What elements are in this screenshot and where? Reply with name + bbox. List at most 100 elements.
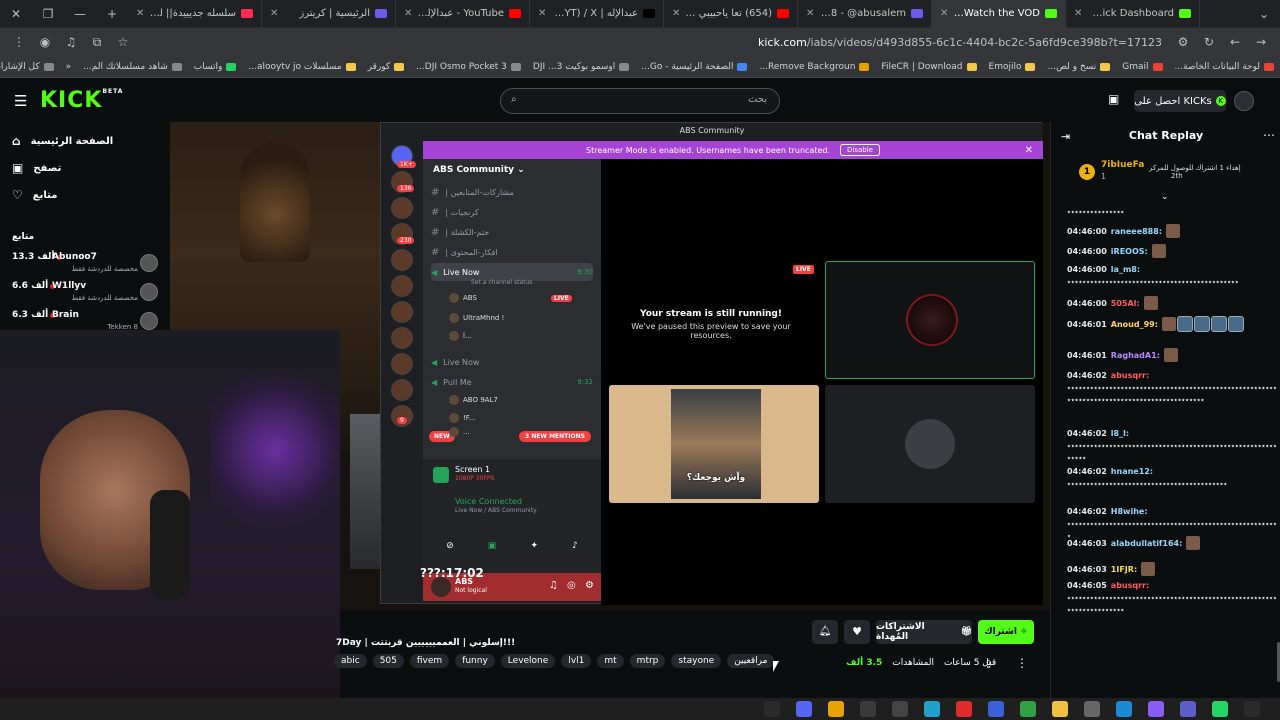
chat-username[interactable]: Anoud_99: [1111,320,1158,329]
video-tag[interactable]: Levelone [500,654,556,668]
mic-icon[interactable]: ♫ [549,580,558,591]
chat-username[interactable]: l8_l: [1111,429,1129,438]
text-channel[interactable]: كرنجيات | # [431,203,593,221]
server-icon[interactable] [391,379,413,401]
close-tab-icon[interactable]: ✕ [136,8,144,19]
video-tag[interactable]: mt [597,654,624,668]
server-icon[interactable] [391,275,413,297]
new-mentions-pill[interactable]: 3 NEW MENTIONS [519,431,591,442]
kick-logo[interactable]: KICKBETA [40,88,123,113]
voice-user[interactable]: UltraMhnd ! [449,313,504,323]
bookmark-item[interactable]: اوسمو بوكيت 3... DJI [533,62,630,72]
text-channel[interactable]: مشاركات-المتابعين | # [431,183,593,201]
bookmark-item[interactable]: كورقر [368,62,405,72]
bookmark-item[interactable]: Emojilo [989,62,1036,72]
notification-bell-button[interactable]: 🔔︎ [812,620,838,644]
headphones-icon[interactable]: ◎ [567,580,576,591]
close-tab-icon[interactable]: ✕ [806,8,814,19]
nav-item[interactable]: الصفحة الرئيسية ⌂ [12,134,113,148]
chat-username[interactable]: 505Al: [1111,299,1140,308]
copilot-app-icon[interactable] [1148,701,1164,717]
close-tab-icon[interactable]: ✕ [672,8,680,19]
voice-user[interactable]: l... [449,331,472,341]
xbox-app-icon[interactable] [1020,701,1036,717]
obs-app-icon[interactable] [1244,701,1260,717]
chat-username[interactable]: hnane12: [1111,467,1153,476]
forward-icon[interactable]: → [1248,35,1274,49]
browser-tab[interactable]: ✕ سلسله جديييدة|| لووفيبي ي [128,0,262,28]
close-tab-icon[interactable]: ✕ [940,8,948,19]
chat-more-icon[interactable]: ⋯ [1263,128,1275,142]
more-options-icon[interactable]: ⋮ [1016,656,1028,670]
video-tag[interactable]: 505 [372,654,404,668]
profile-avatar[interactable]: ◉ [32,35,58,49]
settings-gear-icon[interactable]: ⚙ [585,580,594,591]
capcut-app-icon[interactable] [956,701,972,717]
settings-app-icon[interactable] [1084,701,1100,717]
browser-tab[interactable]: ✕ (654) تعا ياحبيبي خذني ورد [664,0,798,28]
close-tab-icon[interactable]: ✕ [538,8,546,19]
bookmark-star-icon[interactable]: ☆ [110,35,136,49]
reload-icon[interactable]: ↻ [1196,35,1222,49]
bookmark-item[interactable]: FileCR | Download [881,62,977,72]
new-tab-button[interactable]: + [96,0,128,28]
store-icon[interactable]: ▣ [1108,92,1119,106]
edge-app-icon[interactable] [1116,701,1132,717]
soundboard-icon[interactable]: ♪ [572,541,578,551]
browser-app-icon[interactable] [988,701,1004,717]
close-window-icon[interactable]: ✕ [0,0,32,28]
whatsapp-app-icon[interactable] [1212,701,1228,717]
steam-app-icon[interactable] [892,701,908,717]
server-icon[interactable] [391,353,413,375]
close-tab-icon[interactable]: ✕ [270,8,278,19]
chat-username[interactable]: RaghadA1: [1111,351,1160,360]
share-icon[interactable]: ⇪ [984,658,993,671]
search-input[interactable]: ⌕ بحث [500,88,780,114]
bookmark-item[interactable]: Remove Backgroun... [759,62,870,72]
browser-tab[interactable]: ✕ عبدالإله | AbdulilahYT) / X [530,0,664,28]
voice-user[interactable]: !F... [449,413,475,423]
chat-username[interactable]: abusqrr: [1111,371,1149,380]
voice-user[interactable]: ABO 9AL7 [449,395,498,405]
stream-tile-avatar[interactable] [825,385,1035,503]
browser-tab[interactable]: ✕ abusalem28 - @abusalem [798,0,932,28]
chat-username[interactable]: 1IFJR: [1111,565,1137,574]
follow-heart-button[interactable]: ♥ [844,620,870,644]
video-tag[interactable]: fivem [409,654,450,668]
get-kicks-button[interactable]: احصل على KICKs K [1134,90,1226,112]
media-control-icon[interactable]: ♫ [58,35,84,49]
stream-tile-live[interactable] [825,261,1035,379]
back-icon[interactable]: ← [1222,35,1248,49]
nav-item[interactable]: متابع ♡ [12,188,57,202]
bookmark-item[interactable]: Gmail [1122,62,1163,72]
gift-subs-button[interactable]: الاشتراكات المُهداة 🎁︎ [876,620,972,644]
bookmark-item[interactable]: DJI Osmo Pocket 3... [416,62,521,72]
chrome-app-icon[interactable] [828,701,844,717]
hamburger-menu-icon[interactable]: ☰ [14,92,27,110]
voice-user[interactable]: ABS LIVE [449,293,572,303]
expand-pinned-icon[interactable]: ⌄ [1161,192,1169,202]
bookmark-item[interactable]: مسلسلات alooytv jo... [248,62,356,72]
voice-channel[interactable]: ◀ Pull Me 9:32 [431,373,593,391]
url-field[interactable]: kick.com/iabs/videos/d493d855-6c1c-4404-… [136,36,1170,49]
browser-tab[interactable]: ✕ Stream - Kick Dashboard [1066,0,1200,28]
chat-username[interactable]: H8wihe: [1111,507,1148,516]
bookmark-item[interactable]: شاهد مسلسلاتك الم... [83,62,182,72]
bookmark-item[interactable]: الصفحة الرئيسية - Go... [641,62,748,72]
voice-user[interactable]: ... [449,427,470,437]
bookmark-item[interactable]: واتساب [194,62,237,72]
bookmark-item[interactable]: كل الإشارات المرجعية [0,62,54,72]
discord-app-icon[interactable] [796,701,812,717]
chat-username[interactable]: raneee888: [1111,227,1162,236]
disable-streamer-mode-button[interactable]: Disable [840,144,880,156]
store-app-icon[interactable] [860,701,876,717]
subscribe-button[interactable]: اشتراك ✧ [978,620,1034,644]
nav-item[interactable]: تصفح ▣ [12,161,61,175]
video-tag[interactable]: مراقعيين [727,654,775,668]
menu-dots-icon[interactable]: ⋮ [6,35,32,49]
bookmark-item[interactable]: نسخ و لص... [1047,62,1111,72]
server-icon[interactable] [391,249,413,271]
chat-username[interactable]: la_m8: [1111,265,1140,274]
close-tab-icon[interactable]: ✕ [404,8,412,19]
stream-tile-meme[interactable]: وآش يوجعك؟ [609,385,819,503]
